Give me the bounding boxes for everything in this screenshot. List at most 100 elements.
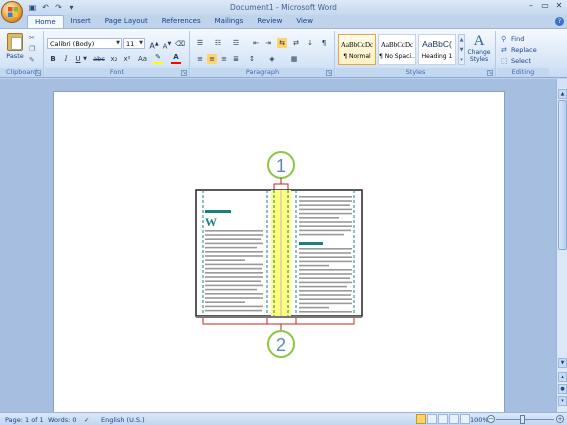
proofing-icon[interactable]: ✓ xyxy=(84,416,89,424)
italic-button[interactable]: I xyxy=(61,54,71,64)
sort-icon[interactable]: ↓ xyxy=(305,38,315,48)
align-center-icon[interactable]: ≡ xyxy=(207,54,217,64)
multilevel-list-icon[interactable]: ☲ xyxy=(231,38,241,48)
window-title: Document1 - Microsoft Word xyxy=(230,3,337,12)
select-browse-object-icon[interactable]: ● xyxy=(558,384,567,394)
line-direction-icon[interactable]: ⇄ xyxy=(291,38,301,48)
scroll-up-icon[interactable]: ▲ xyxy=(558,89,567,99)
tab-home[interactable]: Home xyxy=(27,15,64,28)
style-tile[interactable]: AaBbCcDc ¶ No Spaci... xyxy=(378,34,416,65)
align-right-icon[interactable]: ≡ xyxy=(219,54,229,64)
font-name-combo[interactable]: Calibri (Body) ▼ xyxy=(47,38,122,49)
show-marks-icon[interactable]: ¶ xyxy=(319,38,329,48)
text-line xyxy=(205,259,245,261)
tab-review[interactable]: Review xyxy=(250,15,289,28)
language[interactable]: English (U.S.) xyxy=(101,416,145,424)
justify-icon[interactable]: ≣ xyxy=(231,54,241,64)
shrink-font-button[interactable]: A▼ xyxy=(162,39,172,50)
decrease-indent-icon[interactable]: ⇤ xyxy=(251,38,261,48)
superscript-button[interactable]: x² xyxy=(122,54,132,64)
numbering-icon[interactable]: ☷ xyxy=(213,38,223,48)
close-icon[interactable]: ✕ xyxy=(553,1,565,12)
change-styles-button[interactable]: A Change Styles xyxy=(467,33,491,63)
dialog-launcher-icon[interactable]: ↘ xyxy=(35,70,41,76)
bold-button[interactable]: B xyxy=(48,54,58,64)
maximize-icon[interactable]: ▭ xyxy=(539,1,551,12)
align-left-icon[interactable]: ≡ xyxy=(195,54,205,64)
underline-dropdown-icon[interactable]: ▼ xyxy=(82,54,88,64)
select-button[interactable]: ⬚ Select xyxy=(501,56,531,66)
select-label: Select xyxy=(511,57,532,65)
select-icon: ⬚ xyxy=(501,57,508,65)
text-line xyxy=(299,200,352,202)
tab-mailings[interactable]: Mailings xyxy=(208,15,251,28)
editing-group: ⚲ Find ⇄ Replace ⬚ Select Editing xyxy=(497,31,549,77)
shading-icon[interactable]: ◈ xyxy=(267,54,277,64)
scroll-thumb[interactable] xyxy=(558,100,567,250)
vertical-scrollbar[interactable]: ▲ ▼ ▴ ● ▾ xyxy=(556,88,567,412)
dialog-launcher-icon[interactable]: ↘ xyxy=(487,70,493,76)
text-line xyxy=(299,298,352,300)
page-bottom-strip xyxy=(196,316,362,318)
help-icon[interactable]: ? xyxy=(555,17,564,26)
find-button[interactable]: ⚲ Find xyxy=(501,34,524,44)
callout-2-bracket xyxy=(202,318,355,325)
clear-formatting-icon[interactable]: ⌫ xyxy=(175,39,185,49)
line-spacing-icon[interactable]: ↕ xyxy=(247,54,257,64)
copy-icon[interactable]: ❐ xyxy=(29,45,38,53)
print-layout-icon[interactable] xyxy=(416,414,426,424)
font-size-combo[interactable]: 11 ▼ xyxy=(123,38,145,49)
previous-page-icon[interactable]: ▴ xyxy=(558,372,567,382)
web-layout-icon[interactable] xyxy=(438,414,448,424)
zoom-in-icon[interactable]: + xyxy=(556,415,564,423)
increase-indent-icon[interactable]: ⇥ xyxy=(263,38,273,48)
paste-label: Paste xyxy=(6,52,24,60)
style-sample: AaBbCcDc xyxy=(340,41,374,49)
zoom-level[interactable]: 100% xyxy=(470,416,489,424)
ribbon: Paste ✂ ❐ ✎ Clipboard ↘ Calibri (Body) ▼… xyxy=(0,28,567,78)
dialog-launcher-icon[interactable]: ↘ xyxy=(181,70,187,76)
change-case-button[interactable]: Aa xyxy=(136,54,149,64)
text-line xyxy=(299,264,329,267)
tab-view[interactable]: View xyxy=(289,15,320,28)
text-line xyxy=(299,229,351,232)
bullets-icon[interactable]: ☰ xyxy=(195,38,205,48)
tab-references[interactable]: References xyxy=(155,15,208,28)
format-painter-icon[interactable]: ✎ xyxy=(29,56,38,64)
font-color-icon[interactable]: A xyxy=(171,52,181,62)
text-line xyxy=(205,251,263,253)
strikethrough-button[interactable]: abc xyxy=(92,54,106,64)
replace-button[interactable]: ⇄ Replace xyxy=(501,45,537,55)
zoom-out-icon[interactable]: − xyxy=(487,415,495,423)
office-button[interactable] xyxy=(1,1,23,23)
text-line xyxy=(299,285,347,288)
document-page[interactable]: 1 W 2 xyxy=(53,91,505,412)
draft-icon[interactable] xyxy=(460,414,470,424)
scroll-down-icon[interactable]: ▼ xyxy=(558,358,567,368)
tab-page-layout[interactable]: Page Layout xyxy=(98,15,155,28)
tab-insert[interactable]: Insert xyxy=(64,15,98,28)
paste-button[interactable]: Paste xyxy=(4,32,26,66)
view-ruler-button[interactable] xyxy=(556,79,567,88)
minimize-icon[interactable]: – xyxy=(525,1,537,12)
full-screen-reading-icon[interactable] xyxy=(427,414,437,424)
subscript-button[interactable]: x₂ xyxy=(109,54,119,64)
dialog-launcher-icon[interactable]: ↘ xyxy=(326,70,332,76)
cut-icon[interactable]: ✂ xyxy=(29,34,38,42)
next-page-icon[interactable]: ▾ xyxy=(558,396,567,406)
word-count[interactable]: Words: 0 xyxy=(48,416,77,424)
page-count[interactable]: Page: 1 of 1 xyxy=(5,416,44,424)
text-direction-icon[interactable]: ⇆ xyxy=(277,38,287,48)
zoom-slider[interactable] xyxy=(496,415,554,424)
style-tile[interactable]: AaBbCcDc ¶ Normal xyxy=(338,34,376,65)
find-label: Find xyxy=(511,35,525,43)
style-tile[interactable]: AaBbC(Heading 1 xyxy=(418,34,456,65)
text-line xyxy=(205,267,262,270)
zoom-slider-knob[interactable] xyxy=(520,415,525,424)
outline-icon[interactable] xyxy=(449,414,459,424)
highlight-icon[interactable]: ✎ xyxy=(153,52,163,62)
borders-icon[interactable]: ▦ xyxy=(289,54,299,64)
grow-font-button[interactable]: A▲ xyxy=(149,39,159,51)
gallery-scroll[interactable]: ▲ ▼ ▾ xyxy=(458,34,465,65)
change-styles-label: Styles xyxy=(469,56,489,63)
